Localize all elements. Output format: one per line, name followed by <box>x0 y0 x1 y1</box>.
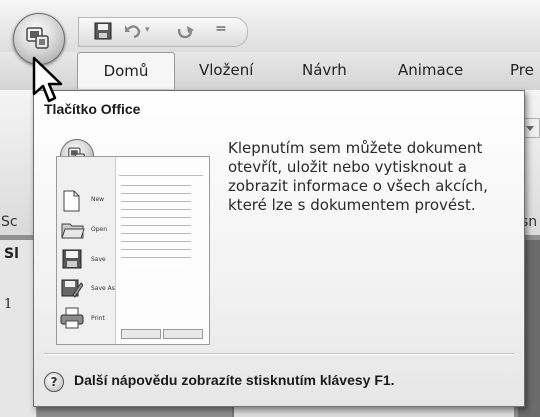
exit-button <box>163 329 203 339</box>
undo-dropdown-icon[interactable]: ▾ <box>145 25 150 35</box>
options-button <box>121 329 161 339</box>
mouse-cursor-icon <box>32 56 63 103</box>
undo-icon[interactable] <box>123 21 143 41</box>
open-folder-icon <box>61 223 85 239</box>
save-icon <box>62 249 82 269</box>
redo-icon[interactable] <box>175 21 195 41</box>
new-document-icon <box>63 190 80 212</box>
office-menu-preview: New Open Save Save As Print <box>56 156 210 345</box>
help-icon: ? <box>44 372 64 392</box>
tooltip-divider <box>44 353 514 355</box>
ribbon-tabs: Domů Vložení Návrh Animace Pre <box>0 52 540 91</box>
menu-item-save-as: Save As <box>91 285 115 292</box>
office-logo-icon <box>26 27 49 49</box>
tab-animations[interactable]: Animace <box>398 52 463 88</box>
save-icon[interactable] <box>93 21 113 41</box>
slides-panel-tab[interactable]: Sl <box>4 246 19 262</box>
recent-documents-list <box>121 181 191 265</box>
tab-design[interactable]: Návrh <box>302 52 347 88</box>
print-icon <box>60 307 84 329</box>
menu-item-open: Open <box>91 226 108 233</box>
super-tooltip: Tlačítko Office New Open Save Save As Pr… <box>33 90 525 407</box>
quick-access-toolbar: ▾ = <box>78 17 248 47</box>
slides-panel <box>0 240 37 417</box>
slide-number: 1 <box>4 297 13 312</box>
tooltip-help-text: Další nápovědu zobrazíte stisknutím kláv… <box>74 372 395 388</box>
tab-insert[interactable]: Vložení <box>199 52 253 88</box>
save-as-icon <box>61 279 83 298</box>
customize-toolbar-icon[interactable]: = <box>215 21 227 37</box>
tab-slideshow[interactable]: Pre <box>510 52 534 88</box>
menu-item-print: Print <box>91 315 105 322</box>
tooltip-description: Klepnutím sem můžete dokument otevřít, u… <box>228 139 488 214</box>
ribbon-group-label-left: Sc <box>1 214 18 230</box>
menu-item-save: Save <box>91 256 106 263</box>
tab-home[interactable]: Domů <box>77 52 175 89</box>
recent-documents-header <box>119 169 203 176</box>
menu-item-new: New <box>91 196 105 203</box>
